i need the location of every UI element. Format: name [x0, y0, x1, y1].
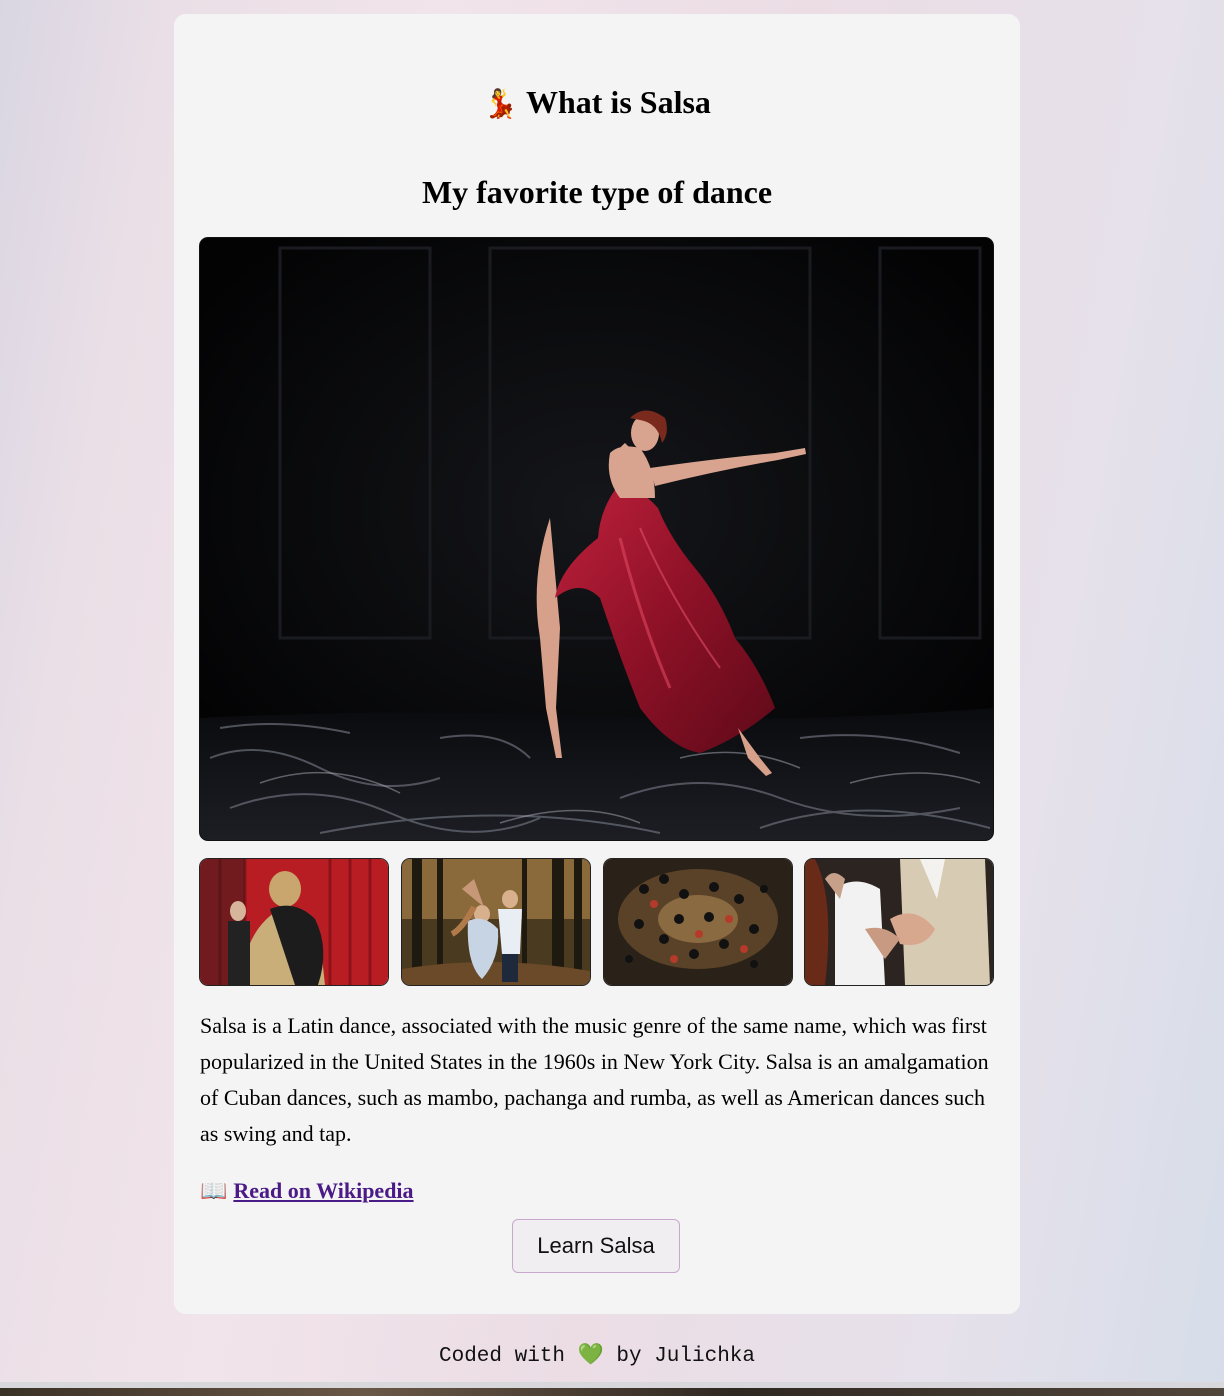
thumbnail-2[interactable] — [402, 859, 590, 985]
footer-prefix: Coded with — [438, 1345, 566, 1368]
page-title-text: What is Salsa — [525, 84, 711, 120]
footer-credit: Coded with 💚 by Julichka — [0, 1340, 1194, 1374]
bottom-edge — [0, 1382, 1224, 1396]
green-heart-icon: 💚 — [577, 1345, 604, 1368]
thumbnail-gallery — [200, 859, 993, 985]
wikipedia-link[interactable]: 📖 Read on Wikipedia — [200, 1174, 414, 1208]
thumbnail-1[interactable] — [200, 859, 388, 985]
thumbnail-3[interactable] — [604, 859, 792, 985]
content-card: 💃 What is Salsa My favorite type of dance — [174, 14, 1020, 1314]
book-icon: 📖 — [200, 1178, 228, 1203]
hero-image — [200, 238, 993, 840]
learn-salsa-button[interactable]: Learn Salsa — [512, 1219, 680, 1273]
footer-suffix: by Julichka — [616, 1345, 756, 1368]
thumbnail-4[interactable] — [805, 859, 993, 985]
page-subtitle: My favorite type of dance — [421, 174, 773, 210]
wikipedia-link-label: Read on Wikipedia — [233, 1178, 414, 1203]
dancer-icon: 💃 — [483, 89, 518, 120]
page-title: 💃 What is Salsa — [174, 80, 1020, 127]
salsa-description: Salsa is a Latin dance, associated with … — [200, 1013, 989, 1146]
